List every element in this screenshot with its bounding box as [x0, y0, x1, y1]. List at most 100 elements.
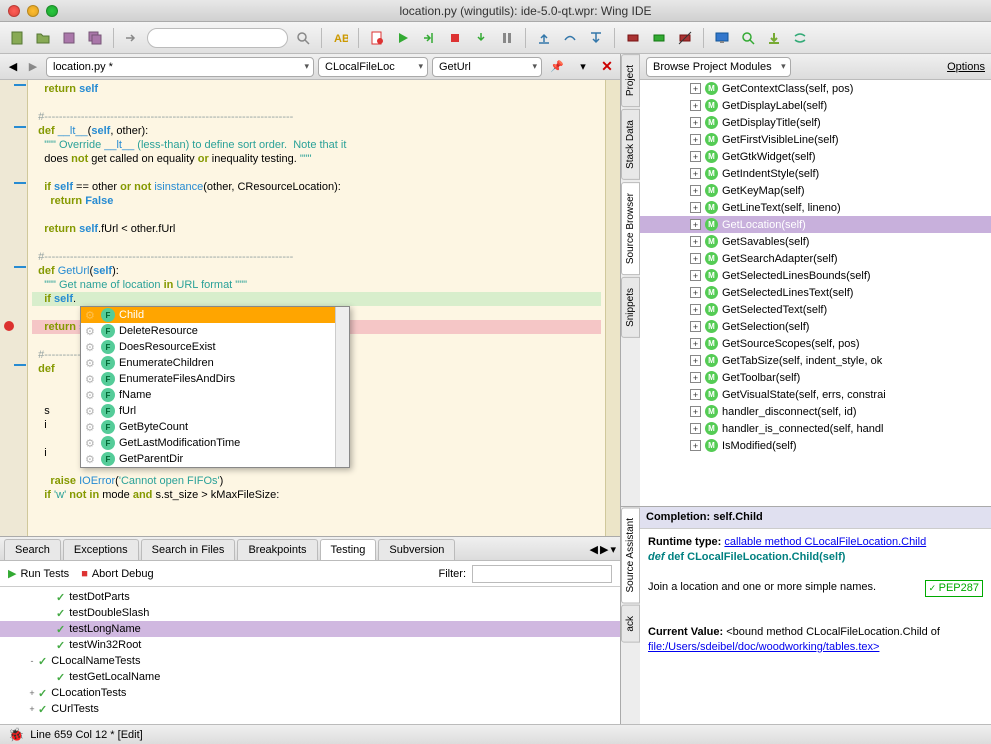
method-tree-item[interactable]: +MGetTabSize(self, indent_style, ok — [640, 352, 991, 369]
goto-icon[interactable] — [121, 27, 143, 49]
vtab-project[interactable]: Project — [621, 54, 640, 107]
vtab-source-browser[interactable]: Source Browser — [621, 182, 640, 275]
browse-mode-dropdown[interactable]: Browse Project Modules — [646, 57, 791, 77]
test-tree-item[interactable]: ✓testDoubleSlash — [0, 605, 620, 621]
step-return-icon[interactable] — [585, 27, 607, 49]
tab-scroll-left-icon[interactable]: ◀ — [590, 543, 598, 556]
test-tree-item[interactable]: +✓CUrlTests — [0, 701, 620, 717]
vtab-snippets[interactable]: Snippets — [621, 277, 640, 338]
autocomplete-scrollbar[interactable] — [335, 307, 349, 467]
step-into-icon[interactable] — [470, 27, 492, 49]
monitor-icon[interactable] — [711, 27, 733, 49]
method-tree-item[interactable]: +MIsModified(self) — [640, 437, 991, 454]
method-tree-item[interactable]: +MGetSelection(self) — [640, 318, 991, 335]
method-tree-item[interactable]: +MGetFirstVisibleLine(self) — [640, 131, 991, 148]
run-tests-button[interactable]: ▶Run Tests — [8, 567, 69, 580]
close-window-button[interactable] — [8, 5, 20, 17]
editor-gutter[interactable] — [0, 80, 28, 536]
tab-exceptions[interactable]: Exceptions — [63, 539, 139, 560]
step-out-icon[interactable] — [533, 27, 555, 49]
test-tree-item[interactable]: ✓testDotParts — [0, 589, 620, 605]
save-icon[interactable] — [58, 27, 80, 49]
autocomplete-item[interactable]: ⚙FEnumerateFilesAndDirs — [81, 371, 349, 387]
method-tree-item[interactable]: +MGetSourceScopes(self, pos) — [640, 335, 991, 352]
search-input[interactable] — [147, 28, 288, 48]
test-tree-item[interactable]: ✓testLongName — [0, 621, 620, 637]
method-tree-item[interactable]: +MGetSelectedLinesText(self) — [640, 284, 991, 301]
step-icon[interactable] — [418, 27, 440, 49]
debug-file-icon[interactable] — [366, 27, 388, 49]
tab-search-in-files[interactable]: Search in Files — [141, 539, 236, 560]
autocomplete-item[interactable]: ⚙FEnumerateChildren — [81, 355, 349, 371]
method-tree-item[interactable]: +MGetSelectedText(self) — [640, 301, 991, 318]
test-tree[interactable]: ✓testDotParts✓testDoubleSlash✓testLongNa… — [0, 587, 620, 724]
method-tree-item[interactable]: +MGetVisualState(self, errs, constrai — [640, 386, 991, 403]
autocomplete-item[interactable]: ⚙FfName — [81, 387, 349, 403]
method-tree[interactable]: +MGetContextClass(self, pos)+MGetDisplay… — [640, 80, 991, 506]
options-link[interactable]: Options — [947, 61, 985, 73]
tab-testing[interactable]: Testing — [320, 539, 377, 560]
step-over-icon[interactable] — [559, 27, 581, 49]
method-tree-item[interactable]: +MGetIndentStyle(self) — [640, 165, 991, 182]
method-tree-item[interactable]: +MGetDisplayTitle(self) — [640, 114, 991, 131]
file-dropdown[interactable]: location.py * — [46, 57, 314, 77]
close-file-button[interactable]: ✕ — [598, 58, 616, 76]
pause-icon[interactable] — [496, 27, 518, 49]
zoom-window-button[interactable] — [46, 5, 58, 17]
test-tree-item[interactable]: ✓testGetLocalName — [0, 669, 620, 685]
autocomplete-item[interactable]: ⚙FGetByteCount — [81, 419, 349, 435]
pin-icon[interactable]: 📌 — [546, 56, 568, 78]
vtab-source-assistant[interactable]: Source Assistant — [621, 507, 640, 603]
method-tree-item[interactable]: +MGetLocation(self) — [640, 216, 991, 233]
code-editor[interactable]: return self #---------------------------… — [0, 80, 620, 536]
breakpoint-cond-icon[interactable] — [648, 27, 670, 49]
autocomplete-item[interactable]: ⚙FDeleteResource — [81, 323, 349, 339]
run-icon[interactable] — [392, 27, 414, 49]
method-tree-item[interactable]: +MGetSavables(self) — [640, 233, 991, 250]
method-tree-item[interactable]: +MGetDisplayLabel(self) — [640, 97, 991, 114]
replace-icon[interactable]: AB — [329, 27, 351, 49]
method-tree-item[interactable]: +MGetLineText(self, lineno) — [640, 199, 991, 216]
tab-menu-icon[interactable]: ▾ — [610, 543, 616, 556]
test-tree-item[interactable]: ✓testWin32Root — [0, 637, 620, 653]
autocomplete-item[interactable]: ⚙FfUrl — [81, 403, 349, 419]
test-tree-item[interactable]: -✓CLocalNameTests — [0, 653, 620, 669]
breakpoint-marker[interactable] — [4, 321, 14, 331]
method-tree-item[interactable]: +Mhandler_disconnect(self, id) — [640, 403, 991, 420]
autocomplete-item[interactable]: ⚙FGetParentDir — [81, 451, 349, 467]
current-value-link[interactable]: file:/Users/sdeibel/doc/woodworking/tabl… — [648, 641, 879, 653]
search-icon[interactable] — [292, 27, 314, 49]
runtime-type-link[interactable]: callable method CLocalFileLocation.Child — [724, 536, 926, 548]
vtab-stack-data[interactable]: Stack Data — [621, 109, 640, 180]
autocomplete-item[interactable]: ⚙FChild — [81, 307, 349, 323]
menu-chevron-icon[interactable]: ▾ — [572, 56, 594, 78]
method-tree-item[interactable]: +MGetSelectedLinesBounds(self) — [640, 267, 991, 284]
method-tree-item[interactable]: +MGetContextClass(self, pos) — [640, 80, 991, 97]
open-file-icon[interactable] — [32, 27, 54, 49]
tab-breakpoints[interactable]: Breakpoints — [237, 539, 317, 560]
method-tree-item[interactable]: +MGetGtkWidget(self) — [640, 148, 991, 165]
method-tree-item[interactable]: +Mhandler_is_connected(self, handl — [640, 420, 991, 437]
autocomplete-item[interactable]: ⚙FDoesResourceExist — [81, 339, 349, 355]
sync-icon[interactable] — [789, 27, 811, 49]
abort-debug-button[interactable]: ■Abort Debug — [81, 568, 153, 580]
method-dropdown[interactable]: GetUrl — [432, 57, 542, 77]
breakpoint-icon[interactable] — [622, 27, 644, 49]
method-tree-item[interactable]: +MGetSearchAdapter(self) — [640, 250, 991, 267]
download-icon[interactable] — [763, 27, 785, 49]
save-all-icon[interactable] — [84, 27, 106, 49]
vtab-ack[interactable]: ack — [621, 605, 640, 643]
minimize-window-button[interactable] — [27, 5, 39, 17]
filter-input[interactable] — [472, 565, 612, 583]
new-file-icon[interactable] — [6, 27, 28, 49]
refresh-icon[interactable] — [737, 27, 759, 49]
test-tree-item[interactable]: +✓CLocationTests — [0, 685, 620, 701]
tab-scroll-right-icon[interactable]: ▶ — [600, 543, 608, 556]
nav-forward-icon[interactable]: ▶ — [24, 58, 42, 76]
autocomplete-popup[interactable]: ⚙FChild⚙FDeleteResource⚙FDoesResourceExi… — [80, 306, 350, 468]
stop-icon[interactable] — [444, 27, 466, 49]
method-tree-item[interactable]: +MGetToolbar(self) — [640, 369, 991, 386]
autocomplete-item[interactable]: ⚙FGetLastModificationTime — [81, 435, 349, 451]
tab-subversion[interactable]: Subversion — [378, 539, 455, 560]
nav-back-icon[interactable]: ◀ — [4, 58, 22, 76]
